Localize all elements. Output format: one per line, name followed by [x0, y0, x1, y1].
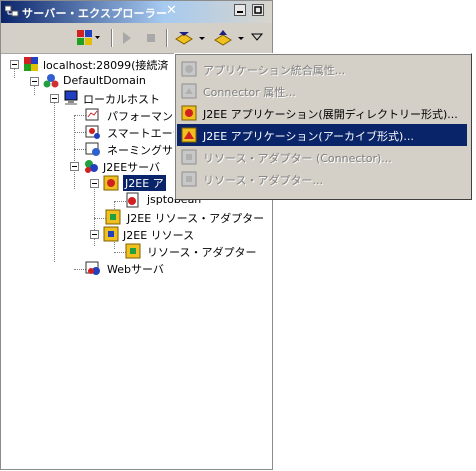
tree-node-label: スマートエージ	[107, 127, 184, 140]
menu-item-resource-adapter-connector[interactable]: リソース・アダプター (Connector)...	[177, 146, 467, 168]
tree-node-label: リソース・アダプター	[147, 246, 257, 259]
collapse-toggle[interactable]	[30, 77, 39, 86]
server-connection-icon	[24, 57, 38, 71]
view-title-bar[interactable]: サーバー・エクスプローラー ✕	[1, 1, 272, 23]
web-module-icon	[126, 192, 139, 208]
collapse-toggle[interactable]	[90, 179, 99, 188]
stop-icon[interactable]	[143, 29, 159, 47]
tree-node-label: Webサーバ	[107, 263, 164, 276]
j2ee-application-icon	[103, 175, 119, 191]
collapse-toggle[interactable]	[90, 230, 99, 239]
naming-service-icon	[85, 142, 100, 156]
properties-icon	[181, 61, 197, 77]
resource-adapter-icon	[181, 149, 197, 165]
menu-item-resource-adapter[interactable]: リソース・アダプター...	[177, 168, 467, 190]
toolbar-separator	[166, 29, 168, 47]
tree-node-label: J2EE リソース	[123, 229, 195, 242]
tree-node-label: localhost:28099(接続済	[43, 59, 169, 72]
tree-node-label: J2EE ア	[123, 175, 166, 191]
tree-node-web-server[interactable]: Webサーバ	[85, 260, 265, 277]
connector-icon	[181, 83, 197, 99]
menu-item-label: リソース・アダプター...	[203, 174, 323, 187]
layout-icon[interactable]	[75, 29, 101, 47]
tree-node-label: ネーミングサー	[107, 144, 184, 157]
j2ee-archive-icon	[181, 127, 197, 143]
minimize-icon[interactable]	[234, 4, 246, 16]
tree-node-label: パフォーマンス	[107, 110, 184, 123]
web-server-icon	[85, 261, 100, 275]
view-toolbar	[1, 23, 272, 54]
server-explorer-icon	[5, 5, 19, 17]
toolbar-separator	[111, 29, 113, 47]
menu-item-label: Connector 属性...	[203, 86, 296, 99]
tree-node-label: J2EE リソース・アダプター	[127, 212, 265, 225]
j2ee-resource-icon	[103, 226, 119, 242]
resource-adapter-icon	[105, 209, 121, 225]
menu-item-application-integration-properties[interactable]: アプリケーション統合属性...	[177, 58, 467, 80]
collapse-toggle[interactable]	[10, 60, 19, 69]
tree-node-label: ローカルホスト	[83, 93, 160, 106]
computer-icon	[64, 90, 78, 105]
deploy-dropdown-menu: アプリケーション統合属性... Connector 属性... J2EE アプリ…	[174, 53, 472, 200]
domain-icon	[43, 74, 59, 88]
menu-item-connector-properties[interactable]: Connector 属性...	[177, 80, 467, 102]
resource-adapter-icon	[125, 243, 141, 259]
tree-node-resource-adapter[interactable]: リソース・アダプター	[125, 243, 265, 260]
menu-item-j2ee-app-expanded[interactable]: J2EE アプリケーション(展開ディレクトリー形式)...	[177, 102, 467, 124]
run-icon[interactable]	[119, 29, 135, 47]
tree-node-j2ee-application[interactable]: J2EE ア	[85, 175, 185, 192]
j2ee-server-icon	[85, 160, 98, 173]
collapse-toggle[interactable]	[70, 162, 79, 171]
menu-item-label: リソース・アダプター (Connector)...	[203, 152, 392, 165]
smart-agent-icon	[85, 125, 100, 139]
close-view-icon[interactable]: ✕	[166, 4, 177, 18]
tree-node-j2ee-resource[interactable]: J2EE リソース	[85, 226, 265, 243]
collapse-toggle[interactable]	[50, 94, 59, 103]
tree-node-j2ee-resource-adapter[interactable]: J2EE リソース・アダプター	[105, 209, 265, 226]
maximize-icon[interactable]	[252, 4, 264, 16]
tree-node-label: J2EEサーバ	[103, 161, 161, 174]
import-dropdown-icon[interactable]	[213, 29, 247, 47]
performance-icon	[85, 108, 99, 121]
menu-item-j2ee-app-archive[interactable]: J2EE アプリケーション(アーカイブ形式)...	[177, 124, 467, 146]
view-title: サーバー・エクスプローラー	[22, 7, 168, 20]
menu-item-label: J2EE アプリケーション(アーカイブ形式)...	[203, 130, 414, 143]
j2ee-application-icon	[181, 105, 197, 121]
resource-adapter-icon	[181, 171, 197, 187]
menu-item-label: アプリケーション統合属性...	[203, 64, 346, 77]
tree-node-label: DefaultDomain	[63, 74, 146, 87]
view-menu-icon[interactable]	[249, 29, 265, 47]
menu-item-label: J2EE アプリケーション(展開ディレクトリー形式)...	[203, 108, 458, 121]
deploy-dropdown-icon[interactable]	[174, 29, 208, 47]
